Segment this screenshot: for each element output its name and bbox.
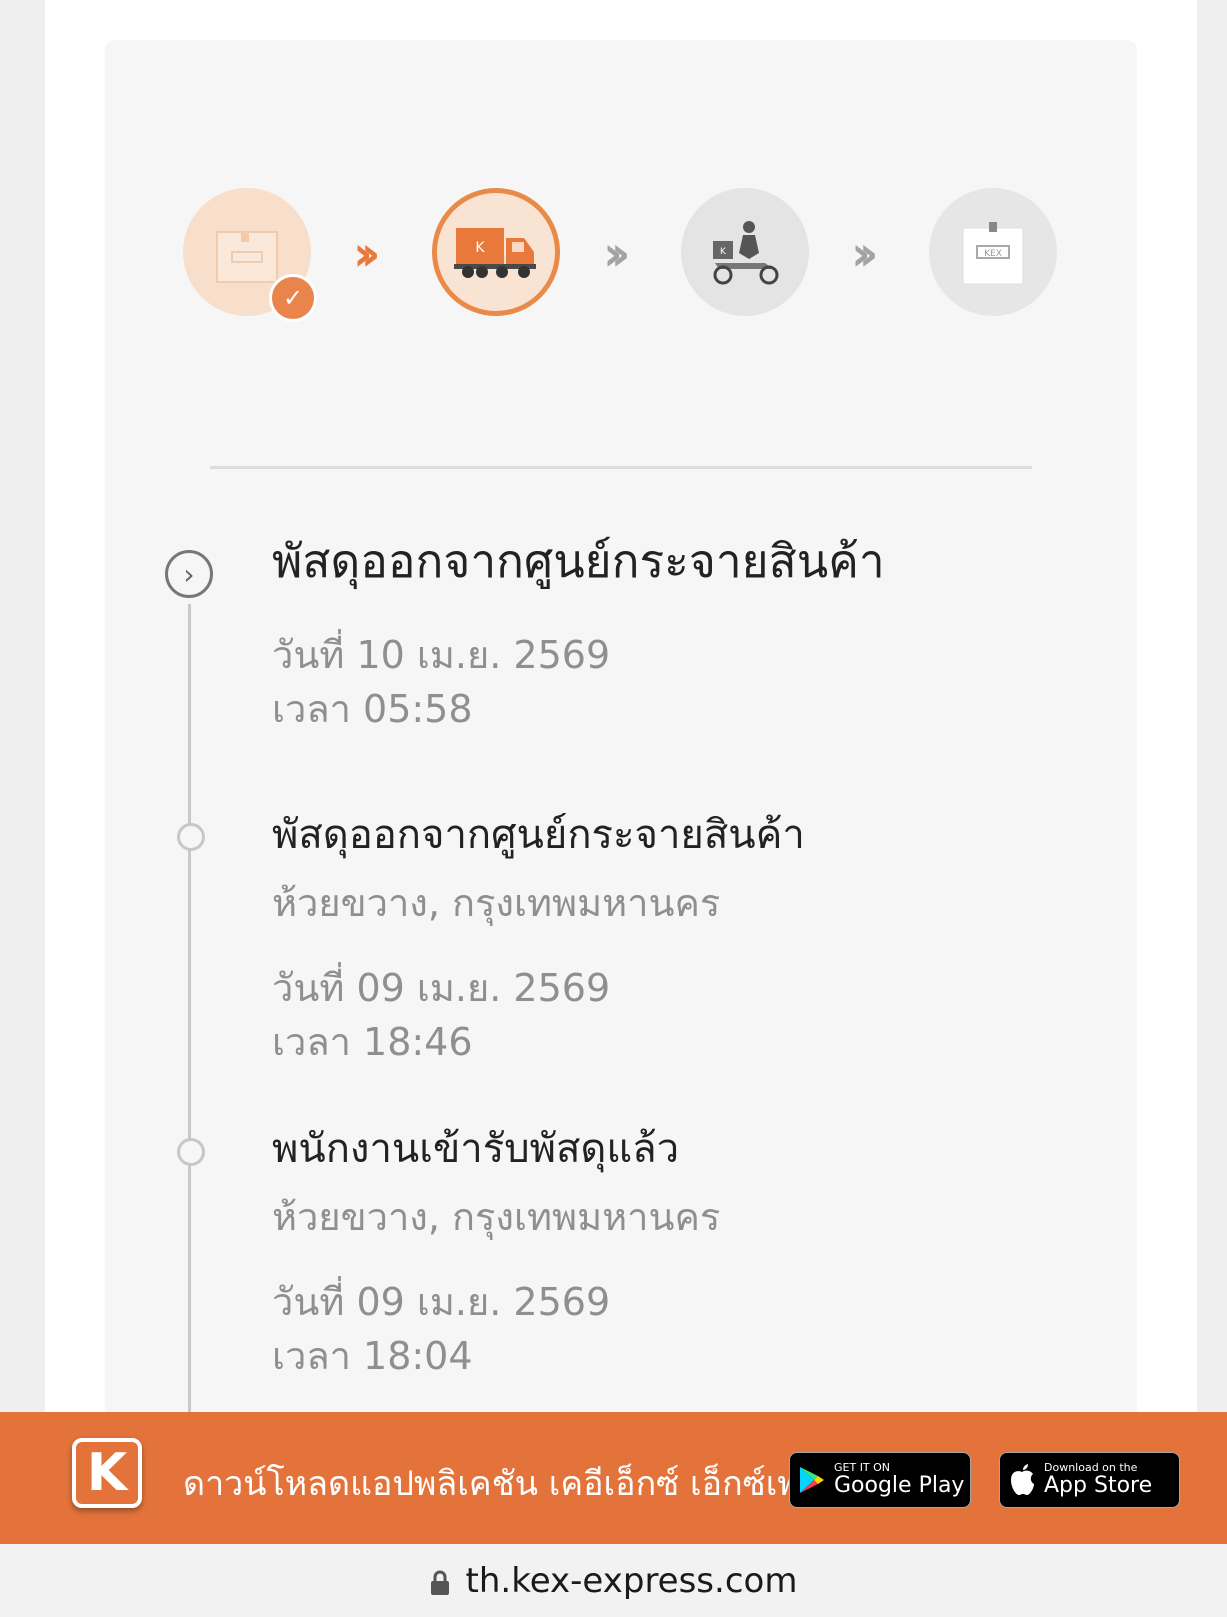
event-date: วันที่ 09 เม.ย. 2569 [272,966,611,1010]
timeline-event: พัสดุออกจากศูนย์กระจายสินค้า วันที่ 10 เ… [272,530,885,736]
divider [210,466,1032,469]
timeline-dot [177,823,205,851]
check-icon: ✓ [269,274,317,322]
chevron-right-circle-icon: › [165,550,213,598]
google-play-button[interactable]: GET IT ON Google Play [789,1452,971,1508]
event-title: พัสดุออกจากศูนย์กระจายสินค้า [272,534,885,588]
banner-text: ดาวน์โหลดแอปพลิเคชัน เคอีเอ็กซ์ เอ็กซ์เพ… [183,1464,839,1504]
chevron-double-icon: ›› [353,226,380,282]
timeline-line [188,604,191,1540]
truck-icon: K [454,228,536,278]
event-title: พัสดุออกจากศูนย์กระจายสินค้า [272,812,805,858]
step-delivered: KEX [929,188,1057,316]
scooter-rider-icon: K [713,221,779,285]
event-location: ห้วยขวาง, กรุงเทพมหานคร [272,1195,721,1239]
chevron-double-icon: ›› [851,226,878,282]
event-location: ห้วยขวาง, กรุงเทพมหานคร [272,881,721,925]
timeline-event: พนักงานเข้ารับพัสดุแล้ว ห้วยขวาง, กรุงเท… [272,1122,720,1383]
parcel-icon: KEX [962,222,1024,285]
chevron-double-icon: ›› [603,226,630,282]
progress-steps: ✓ ›› K ›› K ›› KEX [183,188,1063,322]
google-play-icon [790,1465,834,1495]
lock-icon [430,1570,449,1595]
truck-logo-letter: K [475,240,485,256]
apple-icon [1000,1464,1044,1496]
box-icon [216,231,278,283]
app-store-button[interactable]: Download on the App Store [999,1452,1180,1508]
tracking-card: ✓ ›› K ›› K ›› KEX › พัสดุออกจากศูนย์กระ… [105,40,1137,1540]
event-title: พนักงานเข้ารับพัสดุแล้ว [272,1126,680,1172]
google-play-big-text: Google Play [834,1473,965,1498]
step-in-transit: K [432,188,560,316]
step-out-for-delivery: K [681,188,809,316]
event-time: เวลา 05:58 [272,687,473,731]
url-text[interactable]: th.kex-express.com [466,1561,798,1601]
step-picked-up: ✓ [183,188,317,322]
event-date: วันที่ 09 เม.ย. 2569 [272,1280,611,1324]
event-time: เวลา 18:46 [272,1020,473,1064]
event-date: วันที่ 10 เม.ย. 2569 [272,633,611,677]
parcel-logo-text: KEX [984,249,1002,259]
app-store-big-text: App Store [1044,1473,1153,1498]
event-time: เวลา 18:04 [272,1334,473,1378]
app-download-banner[interactable]: K ดาวน์โหลดแอปพลิเคชัน เคอีเอ็กซ์ เอ็กซ์… [0,1412,1227,1544]
address-bar[interactable]: th.kex-express.com [0,1544,1227,1617]
timeline-event: พัสดุออกจากศูนย์กระจายสินค้า ห้วยขวาง, ก… [272,808,805,1069]
kex-app-logo[interactable]: K [72,1438,142,1508]
timeline-dot [177,1138,205,1166]
